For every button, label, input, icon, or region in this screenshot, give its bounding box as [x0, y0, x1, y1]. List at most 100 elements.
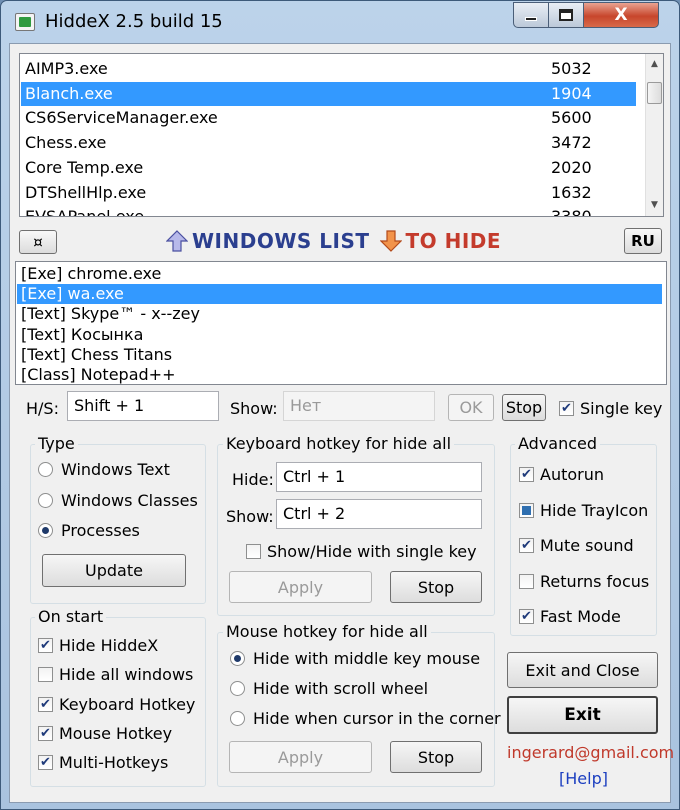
mouse-radio-label: Hide with middle key mouse	[253, 649, 481, 668]
checkbox-icon: ✔	[519, 609, 534, 624]
mouse-hotkey-title: Mouse hotkey for hide all	[223, 622, 431, 641]
app-icon[interactable]	[15, 13, 35, 31]
minimize-icon	[525, 17, 537, 21]
arrow-down-icon	[379, 230, 402, 252]
hide-list-row[interactable]: [Exe] chrome.exe	[17, 264, 662, 284]
process-name: Blanch.exe	[25, 83, 113, 103]
process-row[interactable]: Chess.exe 3472	[21, 131, 636, 155]
hide-list-row[interactable]: [Text] Chess Titans	[17, 345, 662, 365]
radio-icon	[38, 462, 53, 477]
maximize-icon	[559, 9, 573, 21]
kb-stop-button[interactable]: Stop	[390, 571, 482, 603]
process-row[interactable]: Blanch.exe 1904	[21, 81, 636, 106]
checkbox-icon: ✔	[38, 725, 53, 741]
on-start-title: On start	[35, 607, 107, 626]
advanced-checkbox[interactable]: ✔ Mute sound	[519, 536, 634, 555]
scroll-down-icon[interactable]: ▼	[646, 197, 663, 214]
radio-icon	[230, 651, 245, 666]
hs-input[interactable]: Shift + 1	[67, 391, 219, 421]
update-button[interactable]: Update	[42, 554, 186, 587]
process-row[interactable]: EVSAPanel.exe 3380	[21, 205, 636, 217]
advanced-checkbox[interactable]: ✔ Autorun	[519, 465, 604, 484]
process-name: Core Temp.exe	[25, 157, 144, 177]
checkbox-icon	[519, 573, 534, 589]
advanced-checkbox[interactable]: ✔ Fast Mode	[519, 607, 621, 626]
type-group-title: Type	[35, 434, 78, 453]
single-key-checkbox[interactable]: ✔ Single key	[559, 399, 662, 418]
process-row[interactable]: CS6ServiceManager.exe 5600	[21, 106, 636, 130]
mouse-radio[interactable]: Hide with scroll wheel	[230, 679, 428, 698]
process-name: DTShellHlp.exe	[25, 182, 147, 202]
on-start-checkbox[interactable]: Hide all windows	[38, 665, 193, 684]
on-start-checkbox[interactable]: ✔ Keyboard Hotkey	[38, 695, 195, 714]
type-radio-label: Windows Text	[61, 460, 170, 479]
title-bar[interactable]: HiddeX 2.5 build 15 X	[1, 1, 679, 41]
client-area: EVSAPanel.exe 3380 DTShellHlp.exe 1632 Core …	[9, 43, 674, 803]
close-button[interactable]: X	[583, 2, 659, 28]
kb-show-input[interactable]: Ctrl + 2	[276, 499, 482, 529]
advanced-checkbox[interactable]: Hide TrayIcon	[519, 501, 648, 520]
mouse-stop-button[interactable]: Stop	[390, 741, 482, 773]
show-input[interactable]: Нет	[283, 391, 435, 421]
close-icon: X	[614, 5, 628, 25]
on-start-checkbox-label: Keyboard Hotkey	[59, 694, 196, 714]
hide-list[interactable]: [Exe] chrome.exe [Exe] wa.exe [Text] Skype…	[15, 261, 667, 385]
hs-stop-button[interactable]: Stop	[502, 394, 546, 421]
window-title: HiddeX 2.5 build 15	[45, 11, 223, 32]
mouse-radio[interactable]: Hide with middle key mouse	[230, 649, 480, 668]
process-list[interactable]: EVSAPanel.exe 3380 DTShellHlp.exe 1632 Core …	[19, 53, 664, 217]
radio-icon	[230, 711, 245, 726]
kb-apply-button[interactable]: Apply	[229, 571, 372, 603]
list-banner: WINDOWS LIST TO HIDE	[166, 226, 501, 256]
mouse-radio[interactable]: Hide when cursor in the corner	[230, 709, 501, 728]
minimize-button[interactable]	[513, 2, 549, 28]
exit-and-close-button[interactable]: Exit and Close	[507, 652, 658, 688]
exit-button[interactable]: Exit	[507, 696, 658, 734]
process-id: 3472	[551, 133, 592, 153]
kb-hide-input[interactable]: Ctrl + 1	[276, 462, 482, 492]
type-radio[interactable]: Windows Classes	[38, 491, 198, 510]
on-start-checkbox[interactable]: ✔ Mouse Hotkey	[38, 724, 172, 743]
type-radio[interactable]: Processes	[38, 521, 140, 540]
mouse-apply-button[interactable]: Apply	[229, 741, 372, 773]
on-start-checkbox-label: Hide all windows	[59, 665, 194, 685]
on-start-checkbox[interactable]: ✔ Multi-Hotkeys	[38, 753, 168, 772]
process-list-scrollbar[interactable]: ▲ ▼	[645, 54, 663, 216]
pin-button[interactable]: ¤	[19, 230, 57, 254]
advanced-checkbox-label: Fast Mode	[540, 607, 621, 626]
language-button[interactable]: RU	[624, 228, 662, 254]
hide-list-row[interactable]: [Exe] wa.exe	[17, 284, 662, 305]
maximize-button[interactable]	[548, 2, 584, 28]
email-link[interactable]: ingerard@gmail.com	[507, 743, 674, 762]
type-radio[interactable]: Windows Text	[38, 460, 170, 479]
scroll-up-icon[interactable]: ▲	[646, 56, 663, 73]
hide-list-row[interactable]: [Text] Косынка	[17, 325, 662, 345]
checkbox-icon: ✔	[38, 696, 53, 712]
mouse-radio-label: Hide when cursor in the corner	[253, 709, 501, 728]
checkbox-icon: ✔	[519, 538, 534, 553]
radio-icon	[230, 681, 245, 696]
hide-list-row[interactable]: [Class] Notepad++	[17, 365, 662, 384]
process-name: CS6ServiceManager.exe	[25, 108, 218, 128]
process-id: 2020	[551, 157, 592, 177]
process-row[interactable]: DTShellHlp.exe 1632	[21, 181, 636, 205]
checkbox-icon	[519, 502, 534, 518]
language-button-label: RU	[631, 232, 655, 250]
advanced-checkbox-label: Autorun	[540, 465, 605, 484]
on-start-checkbox[interactable]: ✔ Hide HiddeX	[38, 636, 158, 655]
show-hide-single-key-checkbox[interactable]: Show/Hide with single key	[246, 542, 477, 561]
scroll-thumb[interactable]	[647, 82, 662, 104]
help-link[interactable]: [Help]	[559, 769, 608, 788]
process-row[interactable]: AIMP3.exe 5032	[21, 57, 636, 81]
checkbox-icon: ✔	[38, 638, 53, 653]
process-name: EVSAPanel.exe	[25, 207, 145, 217]
advanced-checkbox[interactable]: Returns focus	[519, 572, 649, 591]
banner-windows-list: WINDOWS LIST	[192, 229, 370, 253]
show-hide-single-key-label: Show/Hide with single key	[267, 542, 477, 561]
ok-button[interactable]: OK	[448, 394, 494, 421]
process-row[interactable]: Core Temp.exe 2020	[21, 156, 636, 180]
checkbox-icon: ✔	[519, 467, 534, 482]
type-radio-label: Windows Classes	[61, 490, 198, 510]
hide-list-row[interactable]: [Text] Skype™ - x--zey	[17, 304, 662, 324]
process-id: 5032	[551, 59, 592, 78]
